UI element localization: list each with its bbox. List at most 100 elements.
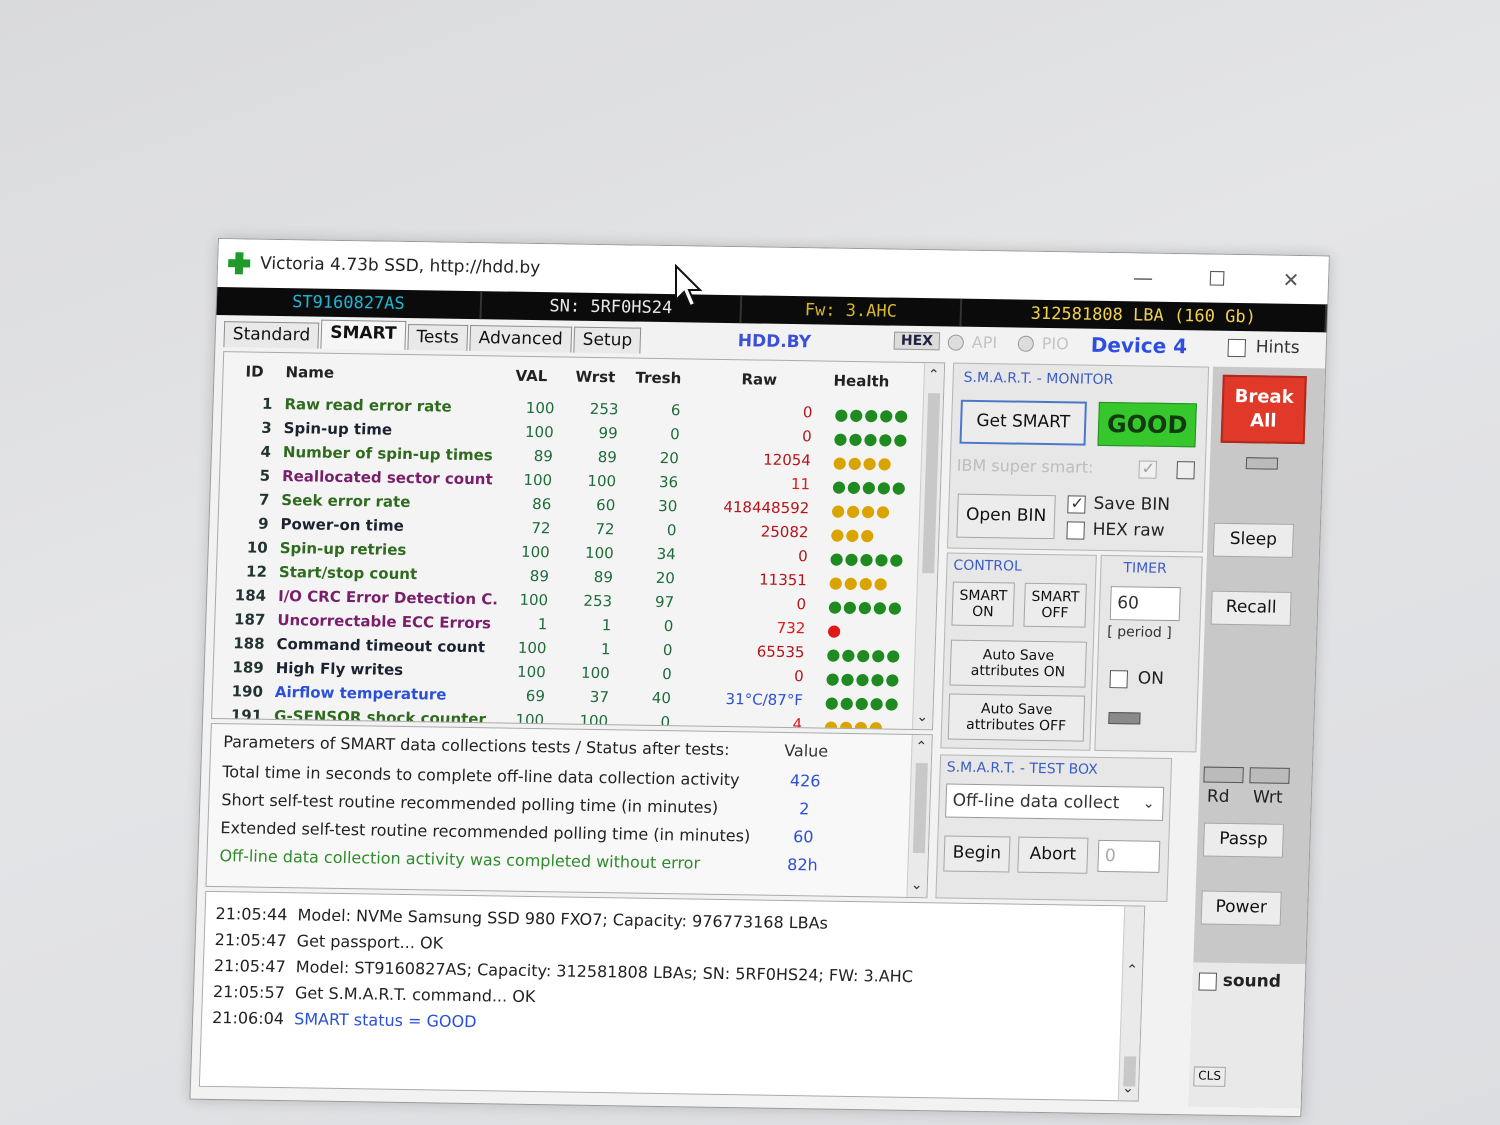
close-button[interactable]: ✕ <box>1253 255 1329 304</box>
attr-val: 72 <box>531 518 551 538</box>
timer-on-checkbox[interactable] <box>1109 670 1129 689</box>
log-time: 21:05:47 <box>213 956 287 977</box>
scroll-down-icon[interactable]: ⌄ <box>911 877 923 893</box>
attr-tresh: 40 <box>651 688 672 708</box>
power-button[interactable]: Power <box>1200 890 1282 926</box>
param-value: 2 <box>798 799 810 819</box>
attr-health: ●●●● <box>823 716 885 731</box>
log-message: SMART status = GOOD <box>293 1009 477 1032</box>
attr-tresh: 0 <box>669 425 680 444</box>
scroll-down-icon[interactable]: ⌄ <box>1122 1080 1134 1096</box>
smart-on-button[interactable]: SMART ON <box>951 581 1015 627</box>
sleep-button[interactable]: Sleep <box>1212 522 1294 558</box>
tab-tests[interactable]: Tests <box>406 323 469 351</box>
attr-val: 100 <box>520 542 551 562</box>
scroll-up-icon[interactable]: ⌃ <box>1126 962 1138 978</box>
timer-panel: TIMER 60 [ period ] ON <box>1094 554 1203 753</box>
param-label: Extended self-test routine recommended p… <box>220 818 751 846</box>
get-smart-button[interactable]: Get SMART <box>959 399 1087 446</box>
cls-button[interactable]: CLS <box>1193 1066 1226 1087</box>
test-type-value: Off-line data collect <box>952 790 1120 814</box>
attr-tresh: 6 <box>670 401 681 420</box>
attr-raw: 0 <box>801 427 812 446</box>
device-label[interactable]: Device 4 <box>1090 333 1187 359</box>
scroll-down-icon[interactable]: ⌄ <box>916 709 928 725</box>
attr-raw: 4 <box>792 715 803 731</box>
ibm-extra-checkbox[interactable] <box>1176 461 1195 480</box>
attr-id: 188 <box>232 634 265 653</box>
autosave-on-button[interactable]: Auto Save attributes ON <box>949 639 1087 688</box>
recall-button[interactable]: Recall <box>1210 590 1292 626</box>
api-radio[interactable] <box>947 334 965 351</box>
attr-health: ●●●●● <box>829 548 905 569</box>
attr-id: 190 <box>231 682 264 701</box>
log-time: 21:05:47 <box>214 930 287 951</box>
maximize-button[interactable]: ☐ <box>1179 254 1255 303</box>
mouse-cursor-icon <box>675 264 703 308</box>
attr-tresh: 34 <box>656 544 676 564</box>
passp-button[interactable]: Passp <box>1202 822 1284 858</box>
log-time: 21:05:44 <box>215 904 288 925</box>
open-bin-button[interactable]: Open BIN <box>956 493 1056 540</box>
tab-setup[interactable]: Setup <box>573 326 642 354</box>
drive-firmware: Fw: 3.AHC <box>741 295 963 327</box>
attr-wrst: 253 <box>589 399 619 419</box>
log-scrollbar[interactable]: ⌃ ⌄ <box>1117 906 1145 1101</box>
test-type-select[interactable]: Off-line data collect ⌄ <box>945 783 1165 821</box>
hints-checkbox[interactable] <box>1227 338 1247 358</box>
test-progress-field[interactable]: 0 <box>1097 839 1161 873</box>
chevron-down-icon: ⌄ <box>1142 795 1155 812</box>
attr-health: ●●● <box>830 524 876 545</box>
drive-model: ST9160827AS <box>216 286 483 320</box>
rd-led <box>1203 766 1244 784</box>
sound-checkbox[interactable] <box>1198 972 1218 991</box>
attr-health: ●●●●● <box>824 692 900 713</box>
abort-button[interactable]: Abort <box>1017 836 1089 874</box>
hex-button[interactable]: HEX <box>893 331 941 351</box>
attr-raw: 25082 <box>760 522 809 542</box>
minimize-button[interactable]: — <box>1105 253 1181 302</box>
attr-health: ●●●● <box>832 452 893 473</box>
control-panel: CONTROL SMART ON SMART OFF Auto Save att… <box>940 552 1097 751</box>
autosave-off-button[interactable]: Auto Save attributes OFF <box>947 693 1086 742</box>
attr-tresh: 97 <box>654 592 675 612</box>
params-scrollbar[interactable]: ⌃ ⌄ <box>906 734 932 898</box>
attr-wrst: 1 <box>600 640 611 659</box>
attr-health: ●●●●● <box>834 404 910 425</box>
timer-led <box>1108 712 1141 725</box>
attr-wrst: 1 <box>601 616 612 635</box>
log-message: Model: ST9160827AS; Capacity: 312581808 … <box>295 957 914 987</box>
params-value-header: Value <box>783 740 829 761</box>
col-val: VAL <box>515 366 548 386</box>
save-bin-checkbox[interactable] <box>1067 495 1086 514</box>
testbox-title: S.M.A.R.T. - TEST BOX <box>946 759 1098 778</box>
attr-val: 100 <box>517 638 547 658</box>
scroll-thumb[interactable] <box>912 763 928 854</box>
scroll-up-icon[interactable]: ⌃ <box>915 739 927 755</box>
attr-id: 12 <box>245 562 268 581</box>
attr-raw: 11351 <box>758 570 808 590</box>
tab-smart[interactable]: SMART <box>320 319 406 350</box>
timer-title: TIMER <box>1123 560 1168 577</box>
pio-radio[interactable] <box>1017 335 1035 352</box>
attr-raw: 0 <box>797 547 808 566</box>
hex-raw-checkbox[interactable] <box>1066 521 1085 540</box>
scroll-up-icon[interactable]: ⌃ <box>927 367 939 383</box>
attr-raw: 0 <box>796 595 807 614</box>
ibm-super-smart-checkbox[interactable] <box>1138 460 1157 479</box>
tab-advanced[interactable]: Advanced <box>469 324 573 353</box>
rd-label: Rd <box>1206 786 1230 807</box>
log-message: Model: NVMe Samsung SSD 980 FXO7; Capaci… <box>297 905 829 933</box>
sound-label: sound <box>1222 970 1282 992</box>
attr-id: 3 <box>260 418 273 437</box>
scroll-thumb[interactable] <box>922 393 941 574</box>
hddby-link[interactable]: HDD.BY <box>737 331 811 352</box>
save-bin-label: Save BIN <box>1093 493 1171 515</box>
smart-off-button[interactable]: SMART OFF <box>1023 582 1087 628</box>
timer-period-input[interactable]: 60 <box>1109 586 1181 622</box>
attr-id: 4 <box>260 442 272 461</box>
begin-button[interactable]: Begin <box>943 835 1011 873</box>
break-all-button[interactable]: Break All <box>1220 374 1307 445</box>
attr-health: ●●●● <box>828 572 889 593</box>
tab-standard[interactable]: Standard <box>223 321 320 349</box>
